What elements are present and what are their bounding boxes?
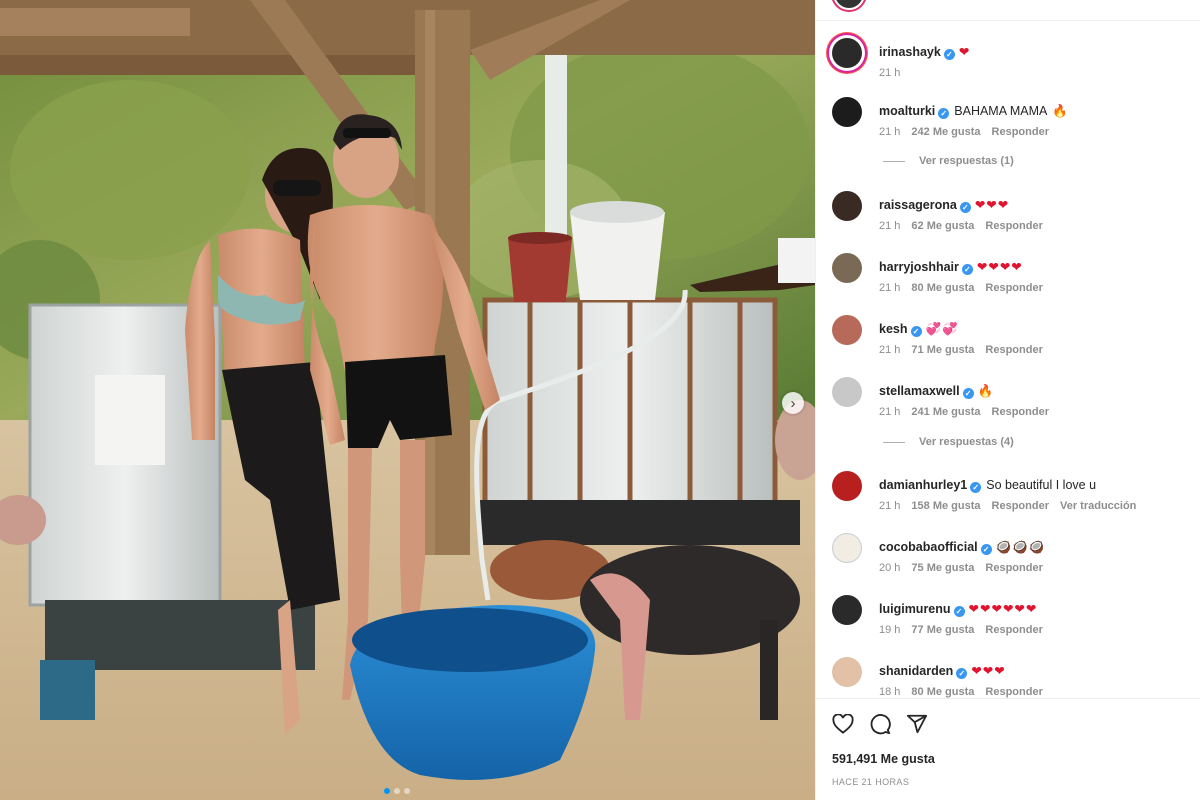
- view-replies-label: Ver respuestas (1): [919, 155, 1014, 167]
- comment-time[interactable]: 19 h: [879, 624, 900, 636]
- comment-text: BAHAMA MAMA: [954, 104, 1047, 118]
- translate-button[interactable]: Ver traducción: [1060, 500, 1136, 512]
- divider: [816, 20, 1200, 21]
- comments-list[interactable]: irinashayk ✓ ❤ 21 h moalturki ✓ BAHAMA MAMA …: [816, 28, 1200, 698]
- like-button[interactable]: [831, 712, 855, 736]
- commenter-avatar[interactable]: [832, 657, 862, 687]
- comment-emoji: ❤❤❤❤❤❤: [968, 602, 1038, 616]
- comment-time[interactable]: 21 h: [879, 282, 900, 294]
- commenter-avatar[interactable]: [832, 253, 862, 283]
- reply-button[interactable]: Responder: [985, 562, 1042, 574]
- comment-likes[interactable]: 75 Me gusta: [911, 562, 974, 574]
- comment-likes[interactable]: 241 Me gusta: [911, 406, 980, 418]
- comment-button[interactable]: [868, 712, 892, 736]
- comment-username[interactable]: luigimurenu: [879, 602, 951, 616]
- carousel-dot: [384, 788, 390, 794]
- comment-username[interactable]: stellamaxwell: [879, 384, 960, 398]
- carousel-dot: [394, 788, 400, 794]
- verified-badge-icon: ✓: [980, 544, 992, 555]
- comment-likes[interactable]: 80 Me gusta: [911, 282, 974, 294]
- comment-time[interactable]: 21 h: [879, 344, 900, 356]
- verified-badge-icon: ✓: [938, 108, 950, 119]
- comment-emoji: 🔥: [1052, 104, 1069, 118]
- view-replies-button[interactable]: Ver respuestas (1): [883, 155, 1014, 167]
- carousel-dots: [384, 788, 410, 794]
- post-image: [0, 0, 815, 800]
- verified-badge-icon: ✓: [962, 388, 974, 399]
- reply-button[interactable]: Responder: [985, 624, 1042, 636]
- verified-badge-icon: ✓: [943, 49, 955, 60]
- header-avatar[interactable]: [833, 0, 865, 10]
- comment-time[interactable]: 21 h: [879, 500, 900, 512]
- comment-emoji: 🔥: [977, 384, 995, 398]
- reply-button[interactable]: Responder: [985, 282, 1042, 294]
- share-button[interactable]: [905, 712, 929, 736]
- verified-badge-icon: ✓: [910, 326, 922, 337]
- comment-emoji: ❤❤❤: [971, 664, 1006, 678]
- comment-likes[interactable]: 158 Me gusta: [911, 500, 980, 512]
- verified-badge-icon: ✓: [953, 606, 965, 617]
- comment-likes[interactable]: 62 Me gusta: [911, 220, 974, 232]
- comment-likes[interactable]: 80 Me gusta: [911, 686, 974, 698]
- commenter-avatar[interactable]: [832, 191, 862, 221]
- reply-button[interactable]: Responder: [992, 500, 1049, 512]
- post-actions: [831, 712, 929, 736]
- reply-button[interactable]: Responder: [985, 686, 1042, 698]
- comment-emoji: ❤❤❤: [974, 198, 1010, 212]
- comment-icon: [870, 714, 891, 735]
- likes-count[interactable]: 591,491 Me gusta: [832, 752, 935, 766]
- view-replies-button[interactable]: Ver respuestas (4): [883, 436, 1014, 448]
- commenter-avatar[interactable]: [832, 315, 862, 345]
- comment-username[interactable]: raissagerona: [879, 198, 957, 212]
- comment-time[interactable]: 21 h: [879, 220, 900, 232]
- comment-likes[interactable]: 242 Me gusta: [911, 126, 980, 138]
- comment-emoji: 💞💞: [925, 322, 959, 336]
- commenter-avatar[interactable]: [832, 377, 862, 407]
- commenter-avatar[interactable]: [832, 533, 862, 563]
- verified-badge-icon: ✓: [959, 202, 971, 213]
- comment-likes[interactable]: 77 Me gusta: [911, 624, 974, 636]
- caption-text: ❤: [958, 45, 971, 59]
- comment-likes[interactable]: 71 Me gusta: [911, 344, 974, 356]
- comment-username[interactable]: shanidarden: [879, 664, 953, 678]
- divider: [816, 698, 1200, 699]
- comment-time[interactable]: 21 h: [879, 406, 900, 418]
- commenter-avatar[interactable]: [832, 471, 862, 501]
- reply-button[interactable]: Responder: [985, 220, 1042, 232]
- comment-emoji: 🥥🥥🥥: [995, 540, 1046, 554]
- author-username[interactable]: irinashayk: [879, 45, 941, 59]
- commenter-avatar[interactable]: [832, 595, 862, 625]
- chevron-right-icon: ›: [790, 394, 796, 412]
- reply-button[interactable]: Responder: [992, 406, 1049, 418]
- post-timestamp: HACE 21 HORAS: [832, 777, 910, 787]
- commenter-avatar[interactable]: [832, 97, 862, 127]
- comment-username[interactable]: damianhurley1: [879, 478, 967, 492]
- verified-badge-icon: ✓: [956, 668, 968, 679]
- view-replies-label: Ver respuestas (4): [919, 436, 1014, 448]
- comment-username[interactable]: harryjoshhair: [879, 260, 959, 274]
- comment-username[interactable]: kesh: [879, 322, 908, 336]
- reply-button[interactable]: Responder: [992, 126, 1049, 138]
- comment-time[interactable]: 21 h: [879, 126, 900, 138]
- verified-badge-icon: ✓: [970, 482, 982, 493]
- comment-emoji: ❤❤❤❤: [976, 260, 1023, 274]
- post-photo[interactable]: ›: [0, 0, 815, 800]
- post-sidebar: irinashayk ✓ ❤ 21 h moalturki ✓ BAHAMA MAMA …: [815, 0, 1200, 800]
- verified-badge-icon: ✓: [961, 264, 973, 275]
- heart-icon: [832, 714, 854, 734]
- comment-time[interactable]: 18 h: [879, 686, 900, 698]
- comment-time[interactable]: 20 h: [879, 562, 900, 574]
- comment-text: So beautiful I love u: [986, 478, 1097, 492]
- author-avatar[interactable]: [829, 35, 865, 71]
- caption-time[interactable]: 21 h: [879, 67, 900, 79]
- reply-button[interactable]: Responder: [985, 344, 1042, 356]
- carousel-dot: [404, 788, 410, 794]
- comment-username[interactable]: cocobabaofficial: [879, 540, 978, 554]
- paper-plane-icon: [906, 714, 928, 734]
- comment-username[interactable]: moalturki: [879, 104, 935, 118]
- carousel-next-button[interactable]: ›: [782, 392, 804, 414]
